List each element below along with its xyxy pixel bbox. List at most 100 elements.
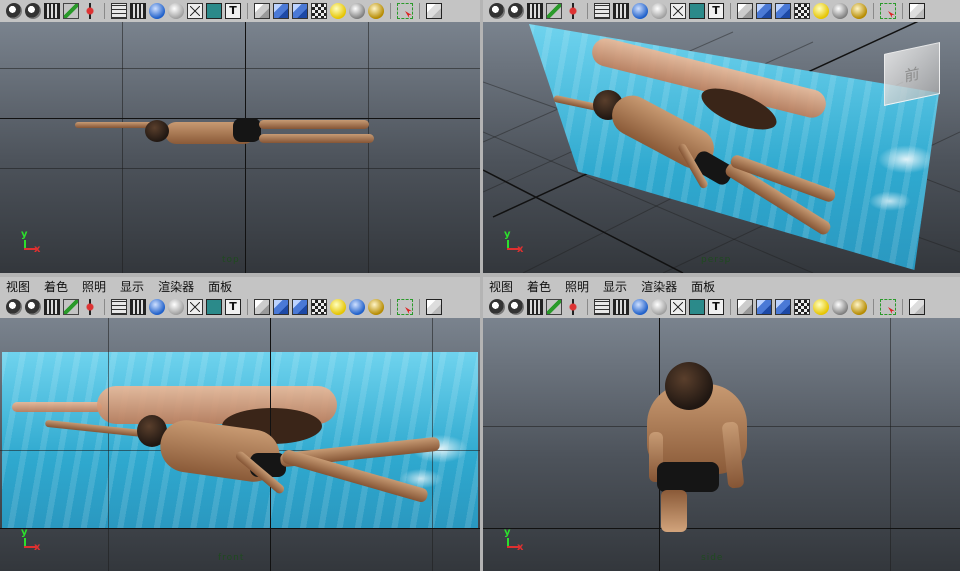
wireframe-icon[interactable] (187, 299, 203, 315)
menu-lighting[interactable]: 照明 (565, 278, 589, 295)
wireframe-shade-icon[interactable] (254, 299, 270, 315)
camera-attributes-icon[interactable] (489, 299, 505, 315)
resolution-gate-icon[interactable] (632, 3, 648, 19)
isolate-select-icon[interactable] (909, 3, 925, 19)
text-toggle-icon[interactable]: T (225, 3, 241, 19)
isolate-select-icon[interactable] (426, 299, 442, 315)
camera-attributes-icon[interactable] (6, 299, 22, 315)
select-highlight-icon[interactable] (397, 3, 413, 19)
viewport-front[interactable]: y x front (0, 318, 480, 571)
wireframe-icon[interactable] (187, 3, 203, 19)
wireframe-shade-icon[interactable] (737, 3, 753, 19)
wireframe-shade-icon[interactable] (254, 3, 270, 19)
film-gate-icon[interactable] (130, 299, 146, 315)
shadow-icon[interactable] (851, 299, 867, 315)
ambient-occlusion-icon[interactable] (689, 3, 705, 19)
select-highlight-icon[interactable] (397, 299, 413, 315)
texture-icon[interactable] (794, 3, 810, 19)
bounding-box-icon[interactable] (292, 3, 308, 19)
transform-icon[interactable] (565, 299, 581, 315)
menu-renderer[interactable]: 渲染器 (641, 278, 677, 295)
grid-icon[interactable] (594, 299, 610, 315)
key-icon[interactable] (63, 3, 79, 19)
default-light-icon[interactable] (813, 3, 829, 19)
key-icon[interactable] (546, 3, 562, 19)
isolate-select-icon[interactable] (909, 299, 925, 315)
isolate-select-icon[interactable] (426, 3, 442, 19)
ambient-occlusion-icon[interactable] (206, 3, 222, 19)
grid-icon[interactable] (111, 299, 127, 315)
safe-action-icon[interactable] (651, 3, 667, 19)
camera-film-icon[interactable] (508, 3, 524, 19)
all-lights-icon[interactable] (832, 299, 848, 315)
safe-action-icon[interactable] (168, 3, 184, 19)
smooth-shade-icon[interactable] (273, 3, 289, 19)
menu-view[interactable]: 视图 (6, 278, 30, 295)
film-gate-icon[interactable] (130, 3, 146, 19)
bounding-box-icon[interactable] (775, 3, 791, 19)
default-light-icon[interactable] (813, 299, 829, 315)
film-gate-icon[interactable] (613, 299, 629, 315)
all-lights-icon[interactable] (349, 3, 365, 19)
shadow-icon[interactable] (851, 3, 867, 19)
menu-show[interactable]: 显示 (603, 278, 627, 295)
text-toggle-icon[interactable]: T (708, 3, 724, 19)
bounding-box-icon[interactable] (775, 299, 791, 315)
resolution-gate-icon[interactable] (149, 299, 165, 315)
menu-lighting[interactable]: 照明 (82, 278, 106, 295)
ambient-occlusion-icon[interactable] (689, 299, 705, 315)
safe-action-icon[interactable] (651, 299, 667, 315)
ambient-occlusion-icon[interactable] (206, 299, 222, 315)
swimmer-model-persp[interactable] (553, 82, 883, 272)
camera-film-icon[interactable] (508, 299, 524, 315)
wireframe-shade-icon[interactable] (737, 299, 753, 315)
camera-attributes-icon[interactable] (489, 3, 505, 19)
viewport-persp[interactable]: 前 y x persp (483, 22, 960, 273)
bookmark-icon[interactable] (527, 3, 543, 19)
default-light-icon[interactable] (330, 3, 346, 19)
key-icon[interactable] (63, 299, 79, 315)
bookmark-icon[interactable] (527, 299, 543, 315)
transform-icon[interactable] (82, 299, 98, 315)
viewport-side[interactable]: y x side (483, 318, 960, 571)
swimmer-model-side[interactable] (643, 362, 753, 532)
texture-icon[interactable] (311, 3, 327, 19)
transform-icon[interactable] (82, 3, 98, 19)
smooth-shade-icon[interactable] (756, 3, 772, 19)
all-lights-icon[interactable] (832, 3, 848, 19)
menu-show[interactable]: 显示 (120, 278, 144, 295)
bookmark-icon[interactable] (44, 299, 60, 315)
resolution-gate-icon[interactable] (149, 3, 165, 19)
viewport-top[interactable]: y x top (0, 22, 480, 273)
smooth-shade-icon[interactable] (273, 299, 289, 315)
select-highlight-icon[interactable] (880, 3, 896, 19)
text-toggle-icon[interactable]: T (225, 299, 241, 315)
select-highlight-icon[interactable] (880, 299, 896, 315)
wireframe-icon[interactable] (670, 299, 686, 315)
key-icon[interactable] (546, 299, 562, 315)
camera-film-icon[interactable] (25, 3, 41, 19)
resolution-gate-icon[interactable] (632, 299, 648, 315)
menu-renderer[interactable]: 渲染器 (158, 278, 194, 295)
all-lights-icon[interactable] (349, 299, 365, 315)
shadow-icon[interactable] (368, 299, 384, 315)
film-gate-icon[interactable] (613, 3, 629, 19)
wireframe-icon[interactable] (670, 3, 686, 19)
swimmer-model-front[interactable] (44, 413, 445, 533)
default-light-icon[interactable] (330, 299, 346, 315)
texture-icon[interactable] (311, 299, 327, 315)
menu-panels[interactable]: 面板 (691, 278, 715, 295)
menu-shading[interactable]: 着色 (44, 278, 68, 295)
menu-view[interactable]: 视图 (489, 278, 513, 295)
smooth-shade-icon[interactable] (756, 299, 772, 315)
safe-action-icon[interactable] (168, 299, 184, 315)
camera-attributes-icon[interactable] (6, 3, 22, 19)
shadow-icon[interactable] (368, 3, 384, 19)
menu-shading[interactable]: 着色 (527, 278, 551, 295)
swimmer-model-top[interactable] (75, 108, 375, 158)
bounding-box-icon[interactable] (292, 299, 308, 315)
menu-panels[interactable]: 面板 (208, 278, 232, 295)
text-toggle-icon[interactable]: T (708, 299, 724, 315)
grid-icon[interactable] (111, 3, 127, 19)
texture-icon[interactable] (794, 299, 810, 315)
